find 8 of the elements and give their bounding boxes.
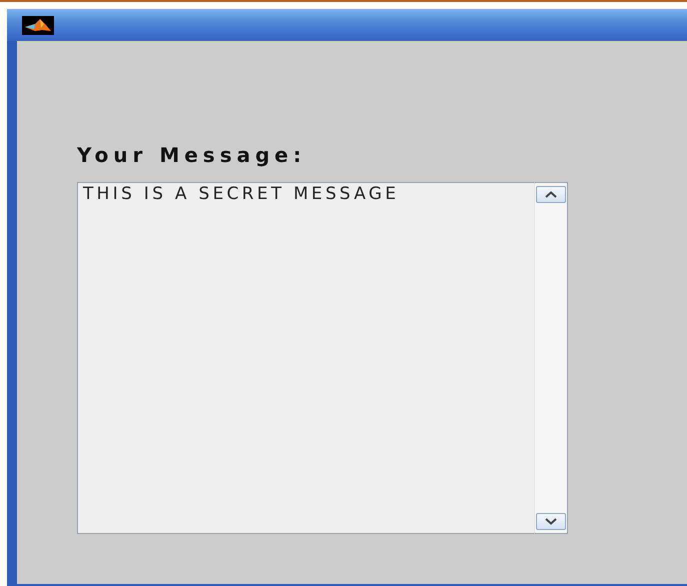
scroll-up-button[interactable] (536, 186, 566, 203)
vertical-scrollbar[interactable] (534, 182, 568, 534)
message-label: Your Message: (77, 143, 306, 167)
scroll-down-button[interactable] (536, 513, 566, 530)
chevron-down-icon (545, 518, 557, 525)
chevron-up-icon (545, 191, 557, 198)
app-logo-icon (22, 16, 54, 34)
message-text-field[interactable]: THIS IS A SECRET MESSAGE (77, 182, 534, 534)
